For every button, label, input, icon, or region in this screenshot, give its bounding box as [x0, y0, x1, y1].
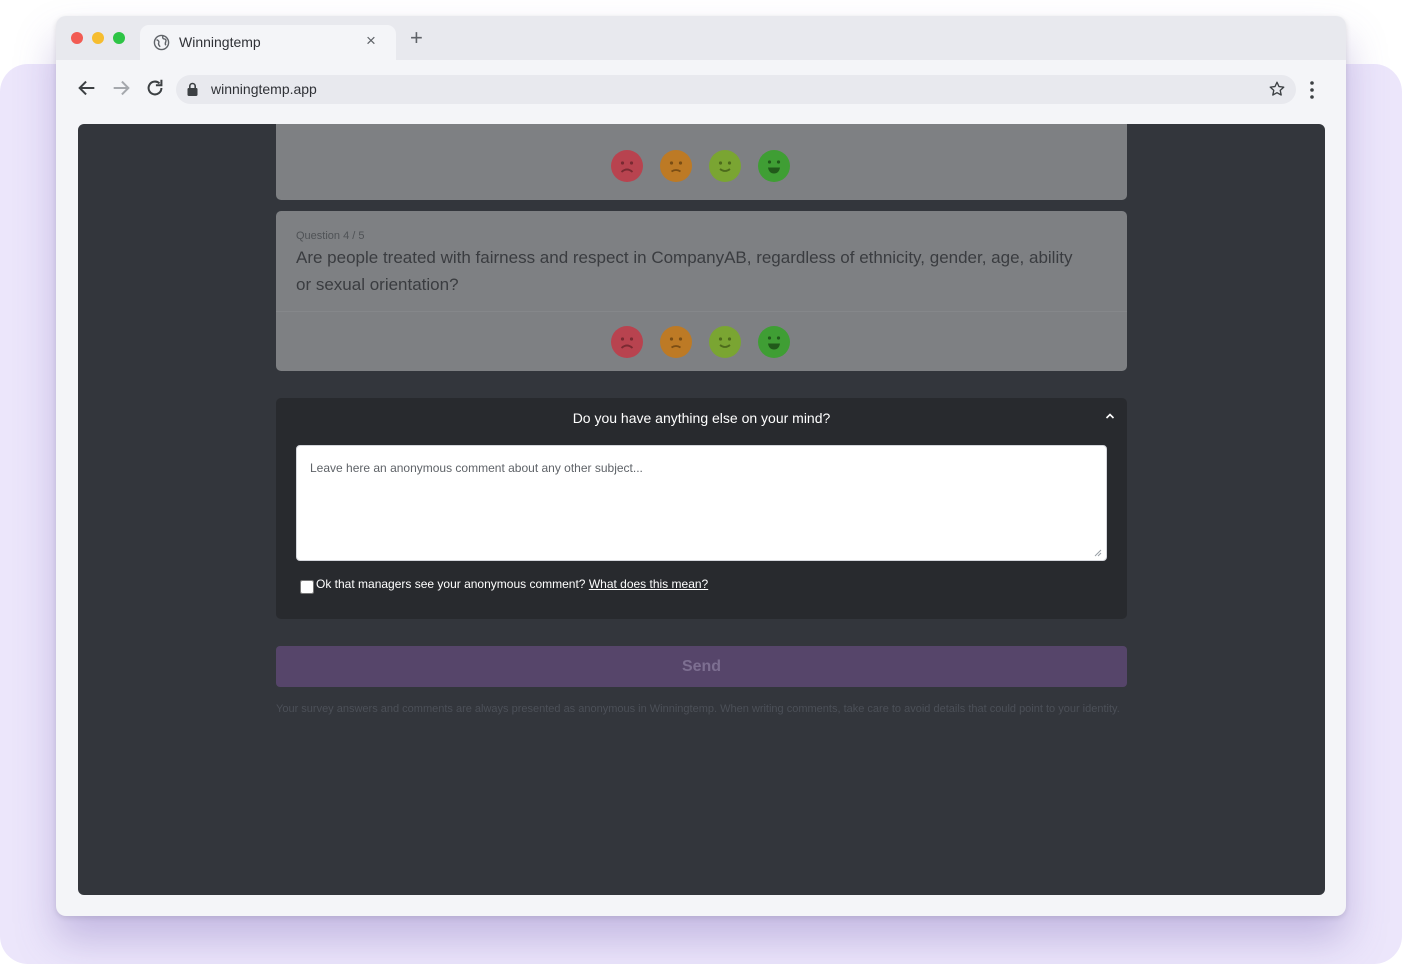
browser-tab[interactable]: Winningtemp × [140, 25, 396, 60]
question-counter: Question 4 / 5 [296, 230, 365, 242]
very-unhappy-face-icon[interactable] [611, 326, 643, 358]
very-happy-face-icon[interactable] [758, 326, 790, 358]
comment-panel-title: Do you have anything else on your mind? [572, 410, 831, 426]
question-card: Question 4 / 5 Are people treated with f… [276, 211, 1127, 371]
resize-grip-icon[interactable] [1093, 548, 1102, 557]
unhappy-face-icon[interactable] [660, 150, 692, 182]
consent-text: Ok that managers see your anonymous comm… [316, 577, 586, 591]
unhappy-face-icon[interactable] [660, 326, 692, 358]
page-viewport: Question 4 / 5 Are people treated with f… [78, 124, 1325, 895]
consent-label: Ok that managers see your anonymous comm… [316, 577, 708, 591]
star-icon[interactable] [1268, 80, 1286, 98]
reload-icon[interactable] [144, 77, 166, 99]
browser-window: Winningtemp × + winningtemp.app Question… [56, 16, 1346, 916]
maximize-window-button[interactable] [113, 32, 125, 44]
kebab-menu-icon[interactable] [1303, 80, 1321, 100]
send-button[interactable]: Send [276, 646, 1127, 687]
anonymity-footnote: Your survey answers and comments are alw… [276, 703, 1120, 715]
url-text: winningtemp.app [211, 81, 317, 97]
comment-panel: Do you have anything else on your mind? … [276, 398, 1127, 619]
tab-title: Winningtemp [179, 34, 261, 50]
address-bar[interactable]: winningtemp.app [176, 75, 1296, 104]
back-arrow-icon[interactable] [76, 77, 98, 99]
lock-icon [187, 82, 198, 96]
minimize-window-button[interactable] [92, 32, 104, 44]
happy-face-icon[interactable] [709, 326, 741, 358]
question-text: Are people treated with fairness and res… [296, 248, 1073, 294]
rating-faces [611, 326, 790, 358]
tab-close-icon[interactable]: × [366, 31, 376, 51]
globe-icon [153, 34, 170, 51]
question-divider [276, 311, 1127, 312]
comment-textarea[interactable] [296, 445, 1107, 561]
close-window-button[interactable] [71, 32, 83, 44]
previous-question-card [276, 124, 1127, 200]
what-does-this-mean-link[interactable]: What does this mean? [589, 577, 708, 591]
rating-faces [611, 150, 790, 182]
consent-checkbox[interactable] [300, 580, 314, 594]
chevron-up-icon[interactable] [1104, 410, 1116, 422]
very-unhappy-face-icon[interactable] [611, 150, 643, 182]
forward-arrow-icon[interactable] [110, 77, 132, 99]
very-happy-face-icon[interactable] [758, 150, 790, 182]
new-tab-button[interactable]: + [410, 27, 423, 49]
tab-bar: Winningtemp × + [56, 16, 1346, 60]
browser-toolbar: winningtemp.app [56, 60, 1346, 124]
happy-face-icon[interactable] [709, 150, 741, 182]
